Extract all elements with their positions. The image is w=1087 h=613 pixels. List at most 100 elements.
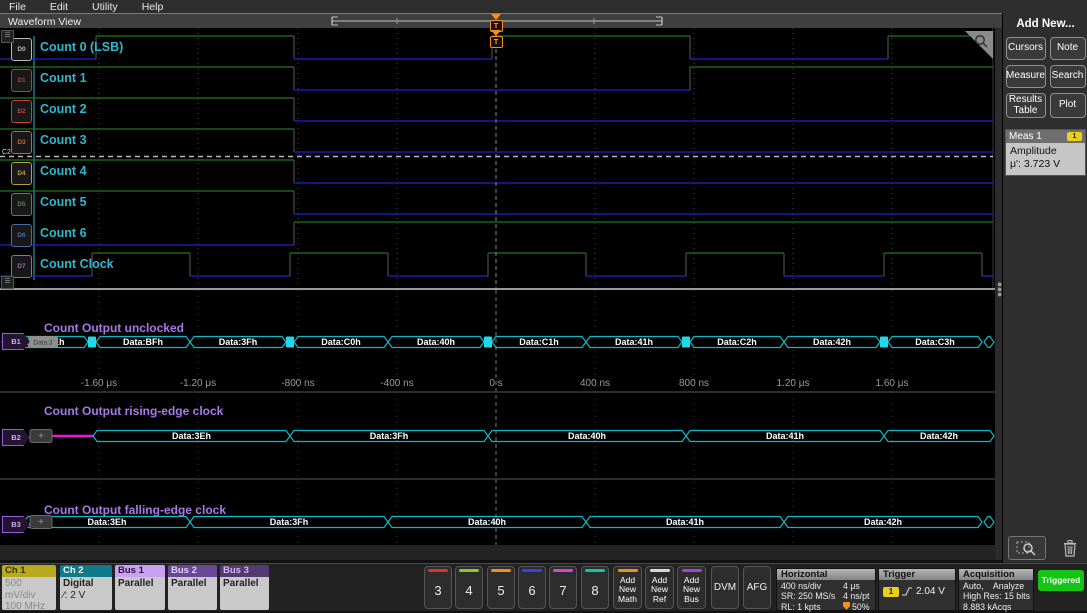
svg-text:+: + xyxy=(38,431,44,442)
time-axis-tick: 0 s xyxy=(489,378,502,389)
channel-button-5[interactable]: 5 xyxy=(487,566,515,609)
channel-badge-body: Parallel xyxy=(220,577,269,610)
digital-channel-label-D4[interactable]: Count 4 xyxy=(40,164,87,178)
channel-button-4[interactable]: 4 xyxy=(455,566,483,609)
digital-channel-label-D3[interactable]: Count 3 xyxy=(40,133,87,147)
tab-waveform-view[interactable]: Waveform View xyxy=(8,16,81,28)
trigger-title: Trigger xyxy=(879,569,955,580)
acquisition-row: High Res: 15 bits xyxy=(963,591,1029,601)
menu-item-help[interactable]: Help xyxy=(142,1,164,13)
trigger-t-icon: T xyxy=(490,36,503,48)
time-axis-tick: -1.60 μs xyxy=(81,378,117,389)
digital-channel-label-D0[interactable]: Count 0 (LSB) xyxy=(40,40,123,54)
menu-item-edit[interactable]: Edit xyxy=(50,1,68,13)
meas1-results-badge[interactable]: Meas 1 1 Amplitude μ': 3.723 V xyxy=(1005,129,1086,176)
meas1-title: Meas 1 xyxy=(1009,131,1067,142)
threshold-c2-label: C2 xyxy=(2,149,11,156)
time-axis-tick: -1.20 μs xyxy=(180,378,216,389)
bus-segment-label: Data:3Fh xyxy=(219,337,258,347)
digital-group-grip-icon[interactable]: ☰ xyxy=(1,30,14,43)
zoom-mode-button[interactable] xyxy=(1008,536,1046,560)
bottom-button-dvm[interactable]: DVM xyxy=(711,566,739,609)
menu-item-file[interactable]: File xyxy=(9,1,26,13)
channel-button-7[interactable]: 7 xyxy=(549,566,577,609)
horizontal-value: 50% xyxy=(843,602,870,612)
bus-segment-label: Data:BFh xyxy=(123,337,163,347)
sidebar-bottom-toolbar xyxy=(1003,536,1087,560)
bus-segment-label: Data:42h xyxy=(864,517,902,527)
add-new-button-2[interactable]: Add New Bus xyxy=(677,566,706,609)
channel-badge-bus-1[interactable]: Bus 1Parallel xyxy=(115,565,165,610)
digital-channel-label-D2[interactable]: Count 2 xyxy=(40,102,87,116)
channel-badge-header: Ch 2 xyxy=(60,565,112,577)
meas1-body: Amplitude μ': 3.723 V xyxy=(1006,143,1085,175)
plot-right-divider: ●●● xyxy=(995,28,1002,560)
bus-segment-label: Data:C0h xyxy=(321,337,361,347)
sidebar-button-search[interactable]: Search xyxy=(1050,65,1086,88)
horizontal-panel[interactable]: Horizontal 400 ns/div4 μsSR: 250 MS/s4 n… xyxy=(776,568,876,611)
digital-channel-badge-D0[interactable]: D0 xyxy=(11,38,32,61)
digital-channel-badge-D1[interactable]: D1 xyxy=(11,69,32,92)
sidebar-button-cursors[interactable]: Cursors xyxy=(1006,37,1046,60)
horizontal-position-icon xyxy=(843,602,850,610)
bus-segment-label: Data:42h xyxy=(920,431,958,441)
menu-item-utility[interactable]: Utility xyxy=(92,1,118,13)
channel-badge-bus-2[interactable]: Bus 2Parallel xyxy=(168,565,217,610)
add-new-header: Add New... xyxy=(1003,18,1087,30)
acquisition-row: Auto, Analyze xyxy=(963,581,1029,591)
digital-channel-label-D1[interactable]: Count 1 xyxy=(40,71,87,85)
digital-channel-label-D6[interactable]: Count 6 xyxy=(40,226,87,240)
horizontal-value: RL: 1 kpts xyxy=(781,602,843,612)
channel-button-label: 4 xyxy=(465,572,472,608)
horizontal-value: 4 μs xyxy=(843,581,860,591)
digital-channel-badge-D2[interactable]: D2 xyxy=(11,100,32,123)
digital-trace-D7 xyxy=(0,253,993,276)
digital-channel-label-D5[interactable]: Count 5 xyxy=(40,195,87,209)
channel-button-6[interactable]: 6 xyxy=(518,566,546,609)
trigger-position-marker-grid[interactable]: T xyxy=(489,30,503,48)
delete-button[interactable] xyxy=(1057,537,1083,559)
digital-channel-badge-D7[interactable]: D7 xyxy=(11,255,32,278)
add-new-button-1[interactable]: Add New Ref xyxy=(645,566,674,609)
trigger-panel[interactable]: Trigger 1 2.04 V xyxy=(878,568,956,611)
channel-button-8[interactable]: 8 xyxy=(581,566,609,609)
sidebar-button-measure[interactable]: Measure xyxy=(1006,65,1046,88)
digital-channel-label-D7[interactable]: Count Clock xyxy=(40,257,114,271)
channel-badge-body: Digital∕: 2 V xyxy=(60,577,112,610)
bottom-button-afg[interactable]: AFG xyxy=(743,566,771,609)
channel-button-label: 5 xyxy=(497,572,504,608)
channel-badge-bus-3[interactable]: Bus 3Parallel xyxy=(220,565,269,610)
time-axis-tick: 400 ns xyxy=(580,378,610,389)
add-new-button-label: Add New Bus xyxy=(683,572,700,608)
digital-group-grip-bottom-icon[interactable]: ☰ xyxy=(1,276,14,289)
bus-title-B3[interactable]: Count Output falling-edge clock xyxy=(44,503,226,517)
channel-badge-header: Bus 2 xyxy=(168,565,217,577)
channel-badge-body: Parallel xyxy=(168,577,217,610)
bus-segment-label: Data:41h xyxy=(766,431,804,441)
digital-channel-badge-D4[interactable]: D4 xyxy=(11,162,32,185)
bus-segment-label: Data:3Fh xyxy=(370,431,409,441)
add-new-button-label: Add New Math xyxy=(618,572,637,608)
trigger-source-badge: 1 xyxy=(883,587,899,597)
triggered-status-badge: Triggered xyxy=(1038,570,1084,591)
channel-badge-line: 500 mV/div xyxy=(5,578,53,601)
digital-channel-badge-D5[interactable]: D5 xyxy=(11,193,32,216)
add-new-button-0[interactable]: Add New Math xyxy=(613,566,642,609)
bus-title-B1[interactable]: Count Output unclocked xyxy=(44,321,184,335)
acquisition-panel[interactable]: Acquisition Auto, AnalyzeHigh Res: 15 bi… xyxy=(958,568,1034,611)
time-axis-tick: -400 ns xyxy=(380,378,413,389)
rising-edge-icon xyxy=(902,586,913,597)
sidebar-button-plot[interactable]: Plot xyxy=(1050,93,1086,118)
sidebar-button-results-table[interactable]: Results Table xyxy=(1006,93,1046,118)
channel-badge-ch-1[interactable]: Ch 1500 mV/div100 MHz xyxy=(2,565,56,610)
digital-channel-badge-D3[interactable]: D3 xyxy=(11,131,32,154)
bus-title-B2[interactable]: Count Output rising-edge clock xyxy=(44,404,223,418)
channel-badge-ch-2[interactable]: Ch 2Digital∕: 2 V xyxy=(60,565,112,610)
channel-button-3[interactable]: 3 xyxy=(424,566,452,609)
digital-channel-badge-D6[interactable]: D6 xyxy=(11,224,32,247)
sidebar-button-note[interactable]: Note xyxy=(1050,37,1086,60)
channel-badge-line: Parallel xyxy=(223,578,266,590)
meas1-mean-value: μ': 3.723 V xyxy=(1010,158,1081,171)
meas1-source-badge: 1 xyxy=(1067,132,1082,141)
time-axis-tick: 800 ns xyxy=(679,378,709,389)
